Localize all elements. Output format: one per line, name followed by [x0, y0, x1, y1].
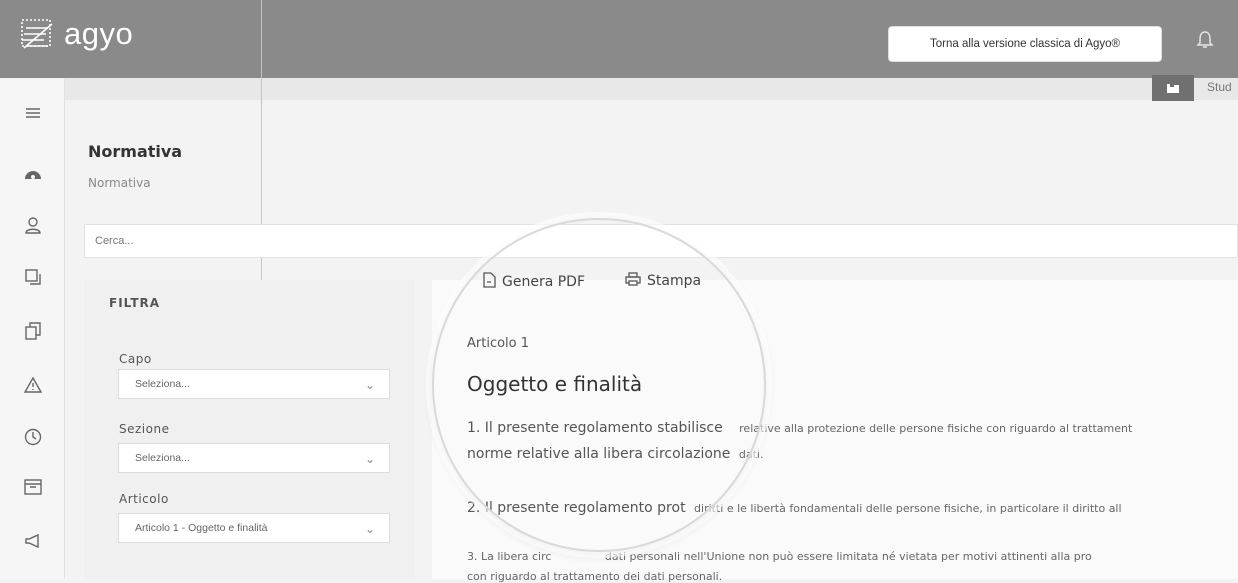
user-icon[interactable] — [22, 214, 44, 236]
print-label: Stampa — [647, 273, 702, 289]
generate-pdf-button[interactable]: Genera PDF — [482, 272, 585, 292]
search-input[interactable] — [84, 224, 1238, 258]
article-label: Articolo 1 — [467, 336, 530, 351]
chevron-down-icon: ⌄ — [364, 452, 375, 466]
print-button[interactable]: Stampa — [625, 272, 701, 290]
studio-icon[interactable] — [1152, 75, 1194, 101]
paragraph-2-number: 2. — [467, 500, 481, 516]
sezione-select-value: Seleziona... — [135, 452, 190, 464]
paragraph-2-lens-text: Il presente regolamento prot — [484, 500, 686, 516]
logo-text: agyo — [64, 16, 134, 51]
logo-icon — [21, 19, 53, 49]
warning-icon[interactable] — [22, 374, 44, 396]
paragraph-1-lens-text-2: norme relative alla libera circolazione — [467, 446, 731, 462]
bell-icon[interactable] — [1196, 30, 1214, 54]
paragraph-1-lens-text: 1. Il presente regolamento stabilisce — [467, 420, 723, 436]
paragraph-1-line-1: 1. Il presente regolamento stabilisce re… — [467, 420, 1132, 436]
chevron-down-icon: ⌄ — [364, 522, 375, 536]
paragraph-2: 2. Il presente regolamento prot diritti … — [467, 500, 1122, 516]
paragraph-3: 3. La libera circ dati personali nell'Un… — [467, 550, 1092, 563]
pdf-icon — [482, 272, 496, 292]
paragraph-1-text: relative alla protezione delle persone f… — [739, 422, 1133, 435]
filter-title: FILTRA — [109, 296, 161, 310]
studio-label[interactable]: Stud — [1207, 80, 1232, 94]
classic-version-button[interactable]: Torna alla versione classica di Agyo® — [888, 26, 1162, 62]
print-icon — [625, 272, 641, 290]
breadcrumb[interactable]: Normativa — [88, 176, 151, 190]
articolo-select[interactable]: Articolo 1 - Oggetto e finalità ⌄ — [118, 513, 390, 543]
paragraph-3-lens-text: 3. La libera circ — [467, 550, 552, 563]
dashboard-icon[interactable] — [22, 162, 44, 184]
paragraph-1-line-2: norme relative alla libera circolazione … — [467, 446, 763, 462]
chevron-down-icon: ⌄ — [364, 378, 375, 392]
capo-select-value: Seleziona... — [135, 378, 190, 390]
documents-icon[interactable] — [22, 266, 44, 288]
sub-bar — [0, 78, 1238, 100]
paragraph-3-text: dati personali nell'Unione non può esser… — [604, 550, 1092, 563]
article-title: Oggetto e finalità — [467, 372, 643, 396]
megaphone-icon[interactable] — [22, 530, 44, 552]
paragraph-2-text: diritti e le libertà fondamentali delle … — [694, 502, 1122, 515]
articolo-label: Articolo — [119, 492, 169, 506]
sezione-label: Sezione — [119, 422, 170, 436]
page-title: Normativa — [88, 142, 183, 161]
paragraph-3-line-2: con riguardo al trattamento dei dati per… — [467, 570, 723, 583]
menu-icon[interactable] — [22, 102, 44, 124]
top-bar: agyo Torna alla versione classica di Agy… — [0, 0, 1238, 78]
agyo-logo[interactable]: agyo — [18, 14, 133, 54]
archive-icon[interactable] — [22, 476, 44, 498]
articolo-select-value: Articolo 1 - Oggetto e finalità — [135, 522, 268, 534]
paragraph-1-text-2: dati. — [738, 448, 764, 461]
sezione-select[interactable]: Seleziona... ⌄ — [118, 443, 390, 473]
capo-select[interactable]: Seleziona... ⌄ — [118, 369, 390, 399]
capo-label: Capo — [119, 352, 152, 366]
sidebar — [0, 78, 65, 579]
clock-icon[interactable] — [22, 426, 44, 448]
copy-icon[interactable] — [22, 320, 44, 342]
generate-pdf-label: Genera PDF — [502, 274, 586, 290]
